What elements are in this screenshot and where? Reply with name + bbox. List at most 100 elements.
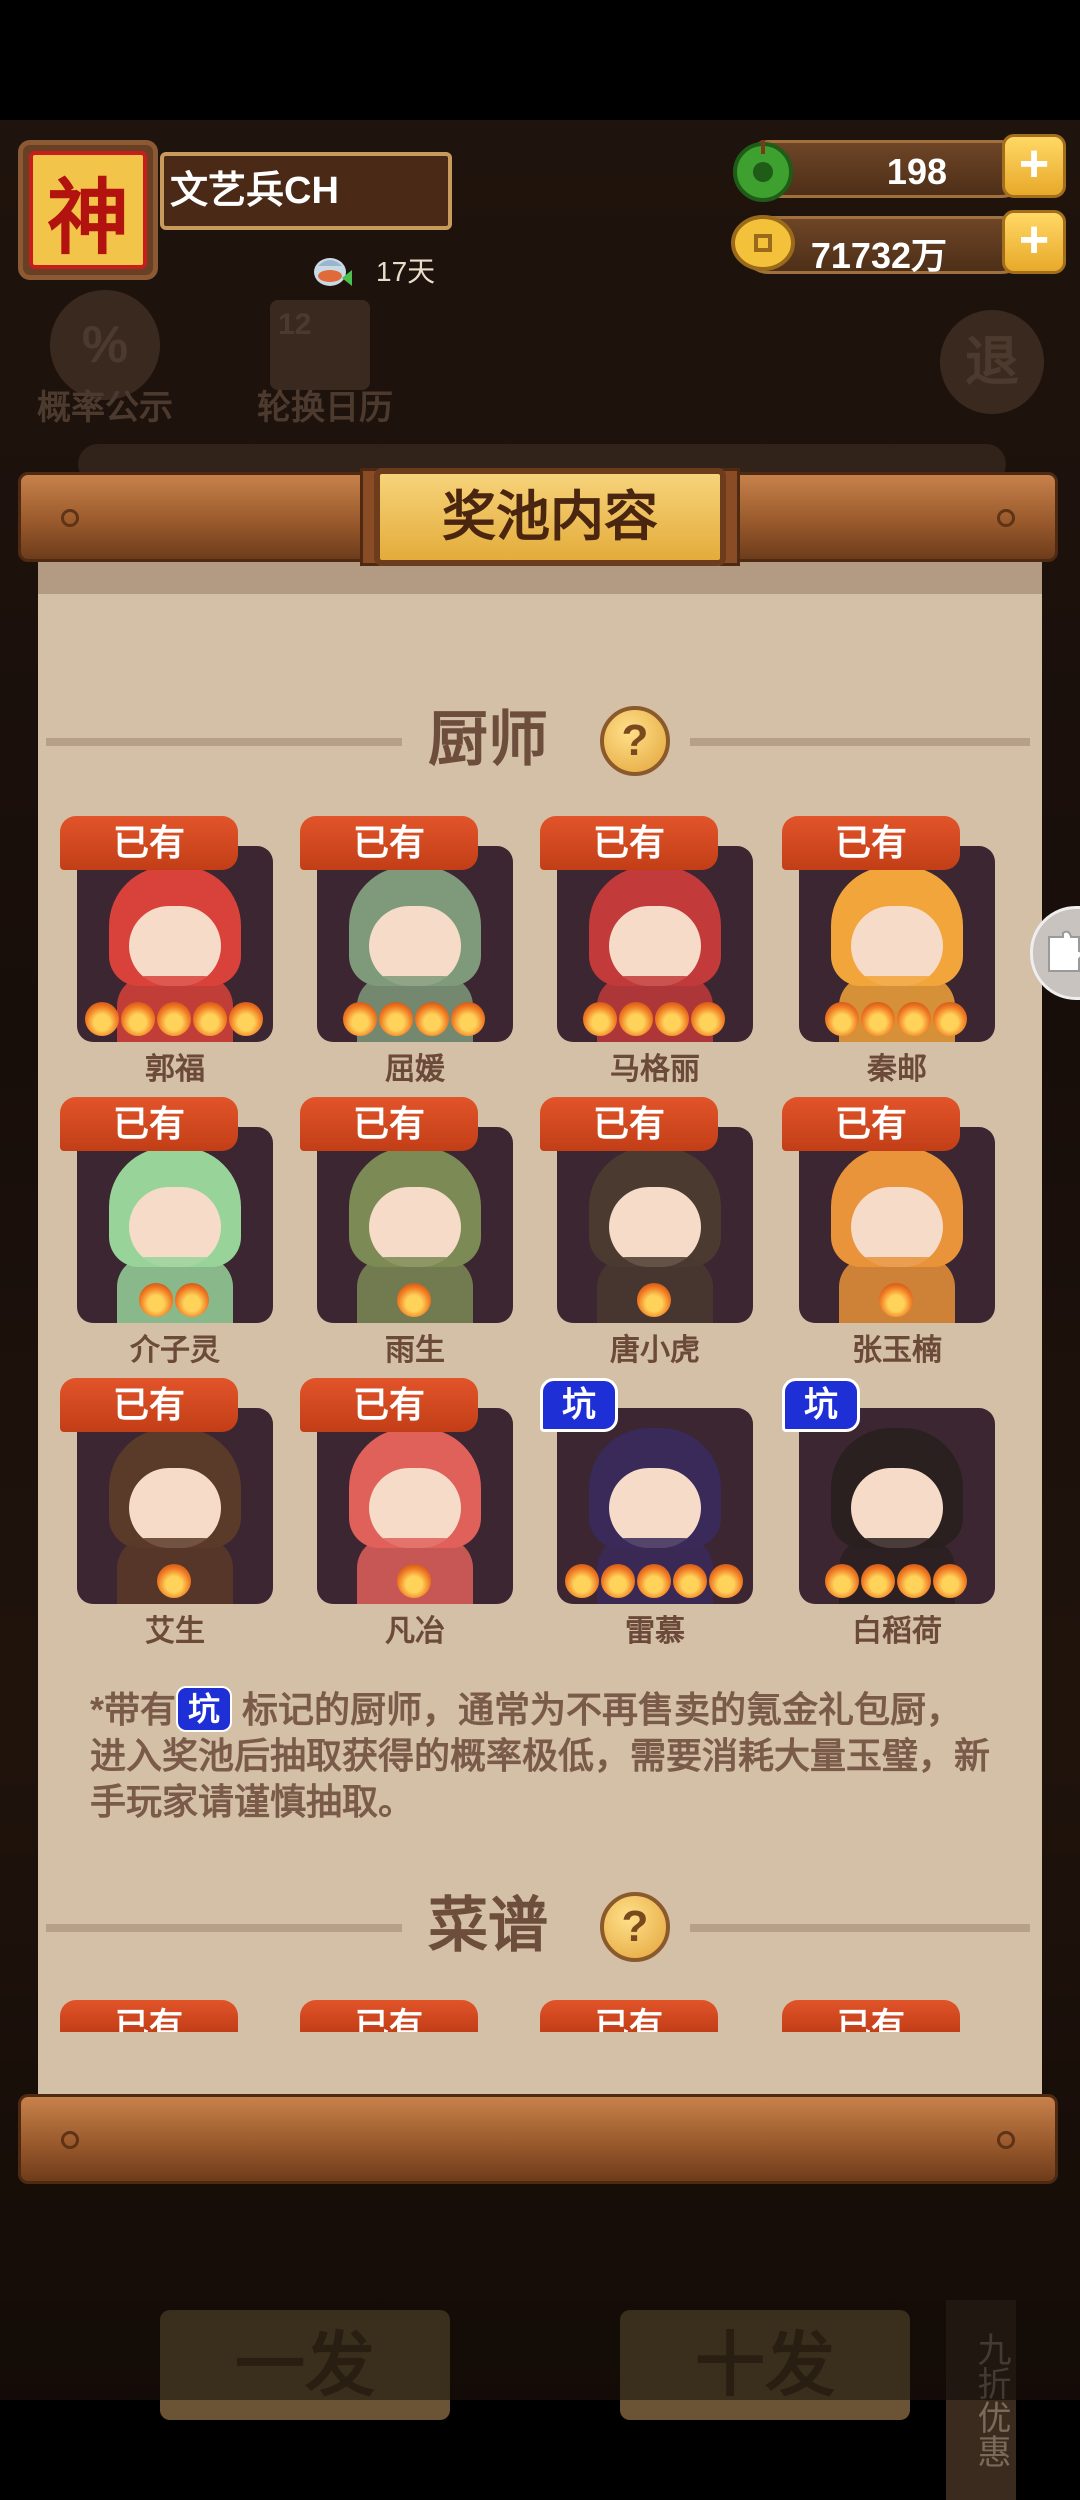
chef-portrait	[77, 1408, 273, 1604]
recipe-list-mask	[38, 2032, 1042, 2092]
flame-star-icon	[655, 1002, 689, 1036]
add-coins-button[interactable]: +	[1002, 210, 1066, 274]
rod-nail	[61, 509, 79, 527]
chef-portrait	[317, 846, 513, 1042]
chef-item[interactable]: 已有秦邮	[782, 816, 995, 1086]
flame-star-icon	[691, 1002, 725, 1036]
player-name: 文艺兵CH	[160, 152, 452, 230]
chef-name: 凡冶	[385, 1615, 445, 1648]
chef-item[interactable]: 已有 凡冶	[300, 1378, 513, 1648]
chef-item[interactable]: 已有 张玉楠	[782, 1097, 995, 1367]
chef-section-header: 厨师 ?	[38, 700, 1042, 780]
chef-item[interactable]: 已有 郭福	[60, 816, 273, 1086]
flame-star-icon	[397, 1283, 431, 1317]
recipe-section-header: 菜谱 ?	[38, 1886, 1042, 1966]
chef-item[interactable]: 已有 介子灵	[60, 1097, 273, 1367]
rod-nail	[997, 2131, 1015, 2149]
chef-name: 白稻荷	[852, 1615, 942, 1648]
chef-item[interactable]: 坑雷慕	[540, 1378, 753, 1648]
chef-rarity	[343, 1002, 485, 1036]
owned-tag: 已有	[300, 1097, 478, 1151]
chef-face	[129, 1187, 221, 1267]
owned-tag: 已有	[540, 1097, 718, 1151]
chef-name: 秦邮	[867, 1053, 927, 1086]
rod-nail	[61, 2131, 79, 2149]
chef-name: 艾生	[145, 1615, 205, 1648]
chef-name: 马格丽	[610, 1053, 700, 1086]
add-jade-button[interactable]: +	[1002, 134, 1066, 198]
divider-line	[690, 1924, 1030, 1932]
chef-name: 雷慕	[625, 1615, 685, 1648]
flame-star-icon	[637, 1564, 671, 1598]
chef-rarity	[879, 1283, 913, 1317]
owned-tag: 已有	[782, 816, 960, 870]
owned-tag: 已有	[540, 816, 718, 870]
flame-star-icon	[343, 1002, 377, 1036]
flame-star-icon	[85, 1002, 119, 1036]
chef-face	[851, 906, 943, 986]
flame-star-icon	[709, 1564, 743, 1598]
recipe-section-title: 菜谱	[428, 1892, 548, 1959]
scroll-bottom-rod	[18, 2094, 1058, 2184]
chef-name: 屈媛	[385, 1053, 445, 1086]
flame-star-icon	[861, 1564, 895, 1598]
chef-item[interactable]: 坑白稻荷	[782, 1378, 995, 1648]
flame-star-icon	[897, 1002, 931, 1036]
chef-item[interactable]: 已有唐小虎	[540, 1097, 753, 1367]
chef-item[interactable]: 已有马格丽	[540, 816, 753, 1086]
avatar[interactable]: 神	[18, 140, 158, 280]
flame-star-icon	[933, 1564, 967, 1598]
flame-star-icon	[619, 1002, 653, 1036]
chef-portrait	[77, 846, 273, 1042]
chef-rarity	[85, 1002, 263, 1036]
divider-line	[46, 738, 402, 746]
owned-tag: 已有	[60, 1378, 238, 1432]
flame-star-icon	[229, 1002, 263, 1036]
flame-star-icon	[121, 1002, 155, 1036]
chef-item[interactable]: 已有艾生	[60, 1378, 273, 1648]
chef-face	[609, 1187, 701, 1267]
flame-star-icon	[933, 1002, 967, 1036]
chef-rarity	[139, 1283, 209, 1317]
chef-portrait	[317, 1127, 513, 1323]
chef-portrait	[799, 846, 995, 1042]
flame-star-icon	[379, 1002, 413, 1036]
pit-tag: 坑	[540, 1378, 618, 1432]
chef-name: 唐小虎	[610, 1334, 700, 1367]
puzzle-icon	[1048, 930, 1080, 972]
chef-portrait	[317, 1408, 513, 1604]
rod-nail	[997, 509, 1015, 527]
chef-face	[851, 1468, 943, 1548]
chef-face	[369, 906, 461, 986]
recipe-owned-tag: 已有	[300, 2000, 478, 2032]
chef-item[interactable]: 已有屈媛	[300, 816, 513, 1086]
avatar-glyph: 神	[29, 151, 147, 269]
owned-tag: 已有	[60, 1097, 238, 1151]
pit-tag: 坑	[782, 1378, 860, 1432]
chef-help-button[interactable]: ?	[600, 706, 670, 776]
chef-portrait	[557, 846, 753, 1042]
chef-name: 郭福	[145, 1053, 205, 1086]
flame-star-icon	[193, 1002, 227, 1036]
chef-face	[369, 1187, 461, 1267]
flame-star-icon	[825, 1002, 859, 1036]
chef-face	[609, 1468, 701, 1548]
chef-portrait	[557, 1127, 753, 1323]
chef-rarity	[583, 1002, 725, 1036]
chef-face	[851, 1187, 943, 1267]
days-remaining: 17天	[376, 256, 436, 287]
chef-section-title: 厨师	[428, 706, 548, 773]
recipe-owned-tag: 已有	[782, 2000, 960, 2032]
flame-star-icon	[601, 1564, 635, 1598]
divider-line	[46, 1924, 402, 1932]
flame-star-icon	[583, 1002, 617, 1036]
recipe-owned-tag: 已有	[60, 2000, 238, 2032]
chef-item[interactable]: 已有 雨生	[300, 1097, 513, 1367]
chef-portrait	[77, 1127, 273, 1323]
flame-star-icon	[565, 1564, 599, 1598]
flame-star-icon	[825, 1564, 859, 1598]
flame-star-icon	[139, 1283, 173, 1317]
recipe-help-button[interactable]: ?	[600, 1892, 670, 1962]
owned-tag: 已有	[300, 816, 478, 870]
flame-star-icon	[175, 1283, 209, 1317]
